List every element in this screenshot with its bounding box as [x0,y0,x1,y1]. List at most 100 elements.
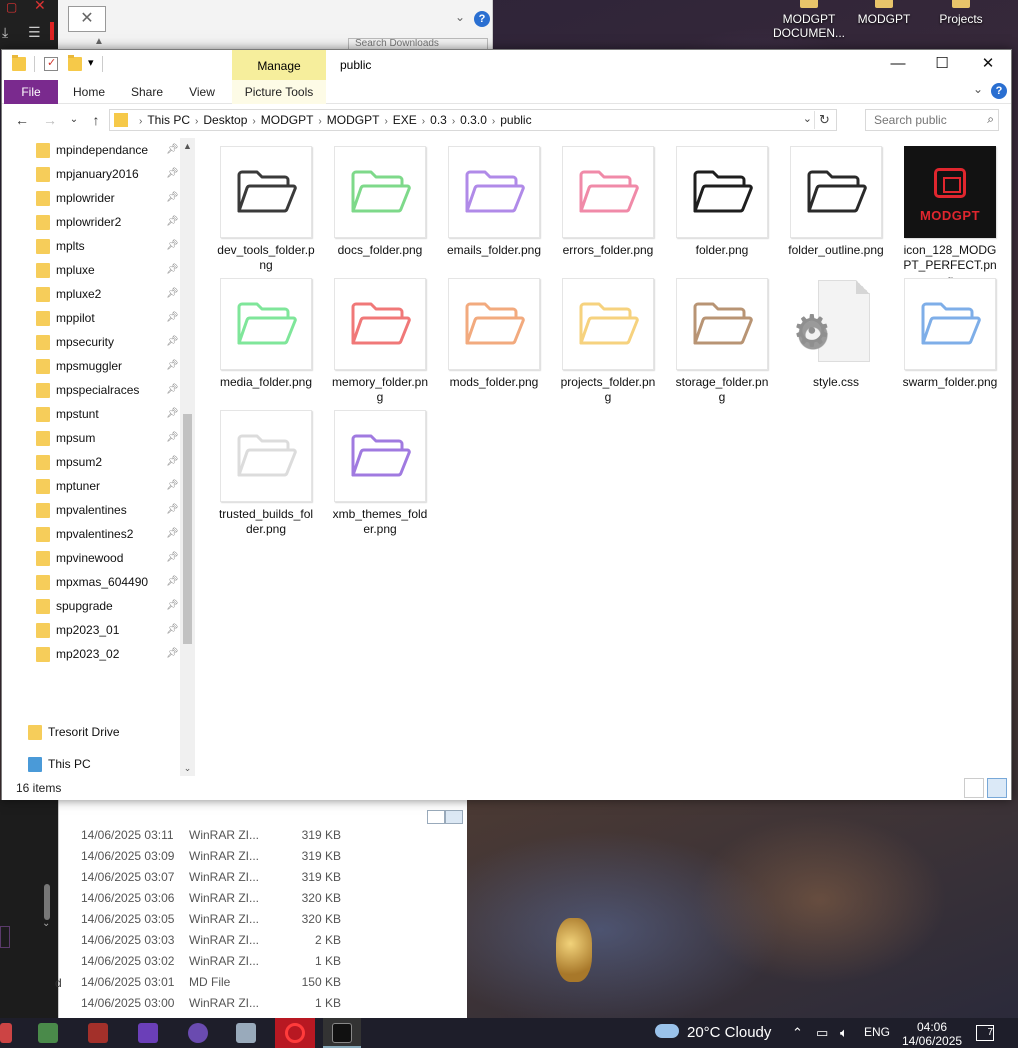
breadcrumb-separator-icon[interactable]: › [318,116,321,127]
details-view-icon[interactable] [964,778,984,798]
sidebar-item-mp2023_01[interactable]: mp2023_01 📌︎ [2,618,180,642]
file-item[interactable]: storage_folder.png [670,278,774,405]
sidebar-item-mpsum[interactable]: mpsum 📌︎ [2,426,180,450]
large-icons-view-icon[interactable] [445,810,463,824]
file-item[interactable]: emails_folder.png [442,146,546,258]
tab-home[interactable]: Home [64,80,114,104]
help-icon[interactable]: ? [474,11,490,27]
breadcrumb-separator-icon[interactable]: › [492,116,495,127]
breadcrumb-item[interactable]: EXE [393,113,417,127]
sidebar-item-mpvinewood[interactable]: mpvinewood 📌︎ [2,546,180,570]
sidebar-item-mpvalentines[interactable]: mpvalentines 📌︎ [2,498,180,522]
app-icon[interactable] [0,1023,12,1043]
list-item[interactable]: 14/06/2025 03:06 WinRAR ZI... 320 KB [81,891,341,905]
close-button[interactable]: ✕ [68,6,106,32]
sidebar-item-mpluxe[interactable]: mpluxe 📌︎ [2,258,180,282]
search-input[interactable] [866,110,976,130]
download-icon[interactable]: ⤓ [2,24,8,41]
file-item[interactable]: memory_folder.png [328,278,432,405]
large-icons-view-icon[interactable] [987,778,1007,798]
sidebar-item-mplowrider[interactable]: mplowrider 📌︎ [2,186,180,210]
sidebar-item-mpsmuggler[interactable]: mpsmuggler 📌︎ [2,354,180,378]
tab-file[interactable]: File [4,80,58,104]
breadcrumb-separator-icon[interactable]: › [452,116,455,127]
file-item[interactable]: folder.png [670,146,774,258]
list-item[interactable]: 14/06/2025 03:03 WinRAR ZI... 2 KB [81,933,341,947]
background-window-downloads[interactable]: 14/06/2025 03:11 WinRAR ZI... 319 KB 14/06/… [55,800,467,1018]
file-item[interactable]: media_folder.png [214,278,318,390]
file-item[interactable]: MODGPTicon_128_MODGPT_PERFECT.png [898,146,1002,288]
sidebar-item-mpvalentines2[interactable]: mpvalentines2 📌︎ [2,522,180,546]
breadcrumb-separator-icon[interactable]: › [422,116,425,127]
sidebar-item-mpsum2[interactable]: mpsum2 📌︎ [2,450,180,474]
close-button[interactable]: ✕ [965,50,1011,80]
minimize-button[interactable]: — [875,50,921,80]
list-item[interactable]: 14/06/2025 03:00 WinRAR ZI... 1 KB [81,996,341,1010]
customize-toolbar-icon[interactable]: ▾ [88,56,94,69]
expand-ribbon-icon[interactable]: ⌄ [973,82,983,96]
terminal-button[interactable] [323,1018,361,1048]
breadcrumb-item[interactable]: Desktop [203,113,247,127]
weather-widget[interactable]: 20°C Cloudy [655,1024,771,1041]
properties-icon[interactable] [44,56,58,71]
chevron-down-icon[interactable]: ⌄ [803,112,812,125]
sidebar-item-mptuner[interactable]: mptuner 📌︎ [2,474,180,498]
github-icon[interactable] [188,1023,208,1043]
breadcrumb-separator-icon[interactable]: › [384,116,387,127]
file-item[interactable]: mods_folder.png [442,278,546,390]
winrar-icon[interactable] [88,1023,108,1043]
file-item[interactable]: folder_outline.png [784,146,888,258]
sidebar-item-mpluxe2[interactable]: mpluxe2 📌︎ [2,282,180,306]
settings-sliders-icon[interactable]: ☰ [28,24,41,41]
new-folder-icon[interactable] [68,55,82,71]
volume-icon[interactable]: 🔈︎ [840,1025,848,1041]
list-item[interactable]: 14/06/2025 03:02 WinRAR ZI... 1 KB [81,954,341,968]
list-item[interactable]: 14/06/2025 03:07 WinRAR ZI... 319 KB [81,870,341,884]
sidebar-item-spupgrade[interactable]: spupgrade 📌︎ [2,594,180,618]
sidebar-item-this-pc[interactable]: This PC [2,752,180,776]
notepad-icon[interactable] [38,1023,58,1043]
sidebar-item-mpspecialraces[interactable]: mpspecialraces 📌︎ [2,378,180,402]
sidebar-item-mplts[interactable]: mplts 📌︎ [2,234,180,258]
breadcrumb-separator-icon[interactable]: › [195,116,198,127]
maximize-button[interactable]: ☐ [919,50,965,80]
sidebar-item-mp2023_02[interactable]: mp2023_02 📌︎ [2,642,180,666]
file-item[interactable]: trusted_builds_folder.png [214,410,318,537]
file-item[interactable]: style.css [784,278,888,390]
breadcrumb-item[interactable]: MODGPT [327,113,380,127]
tab-share[interactable]: Share [122,80,172,104]
sidebar-item-mplowrider2[interactable]: mplowrider2 📌︎ [2,210,180,234]
chevron-up-icon[interactable]: ⌃ [792,1025,803,1041]
scroll-up-icon[interactable]: ▲ [94,36,104,47]
background-window-top[interactable]: ▢ ✕ ⤓ ☰ ✕ ⌄ ? ▲ Search Downloads [0,0,493,50]
forward-button[interactable]: → [40,110,60,130]
visual-studio-icon[interactable] [138,1023,158,1043]
sidebar-scrollbar[interactable]: ▲ ⌄ [180,138,195,776]
desktop-icon-modgpt-documents[interactable]: MODGPT DOCUMEN... [771,0,847,40]
sidebar-item-mpsecurity[interactable]: mpsecurity 📌︎ [2,330,180,354]
refresh-icon[interactable]: ↻ [814,111,834,129]
help-icon[interactable]: ? [991,83,1007,99]
scrollbar-thumb[interactable] [183,414,192,644]
sidebar-item-mpjanuary2016[interactable]: mpjanuary2016 📌︎ [2,162,180,186]
title-bar[interactable]: ▾ Manage public — ☐ ✕ [2,50,1011,80]
up-button[interactable]: ↑ [86,110,106,130]
list-item[interactable]: 14/06/2025 03:11 WinRAR ZI... 319 KB [81,828,341,842]
list-item[interactable]: 14/06/2025 03:09 WinRAR ZI... 319 KB [81,849,341,863]
address-bar[interactable]: › This PC › Desktop › MODGPT › MODGPT › EXE › 0.3 › 0… [109,109,837,131]
tab-view[interactable]: View [178,80,226,104]
tab-picture-tools[interactable]: Picture Tools [232,80,326,104]
opera-button[interactable] [275,1018,315,1048]
breadcrumb-separator-icon[interactable]: › [252,116,255,127]
language-indicator[interactable]: ENG [864,1025,890,1039]
file-item[interactable]: projects_folder.png [556,278,660,405]
sidebar-item-mpstunt[interactable]: mpstunt 📌︎ [2,402,180,426]
back-button[interactable]: ← [12,110,32,130]
sidebar-item-mppilot[interactable]: mppilot 📌︎ [2,306,180,330]
file-item[interactable]: errors_folder.png [556,146,660,258]
scroll-up-icon[interactable]: ▲ [180,138,195,154]
desktop-icon-projects[interactable]: Projects [923,0,999,26]
list-item[interactable]: 14/06/2025 03:01 MD File 150 KB [81,975,341,989]
tab-manage[interactable]: Manage [232,50,326,80]
file-item[interactable]: docs_folder.png [328,146,432,258]
